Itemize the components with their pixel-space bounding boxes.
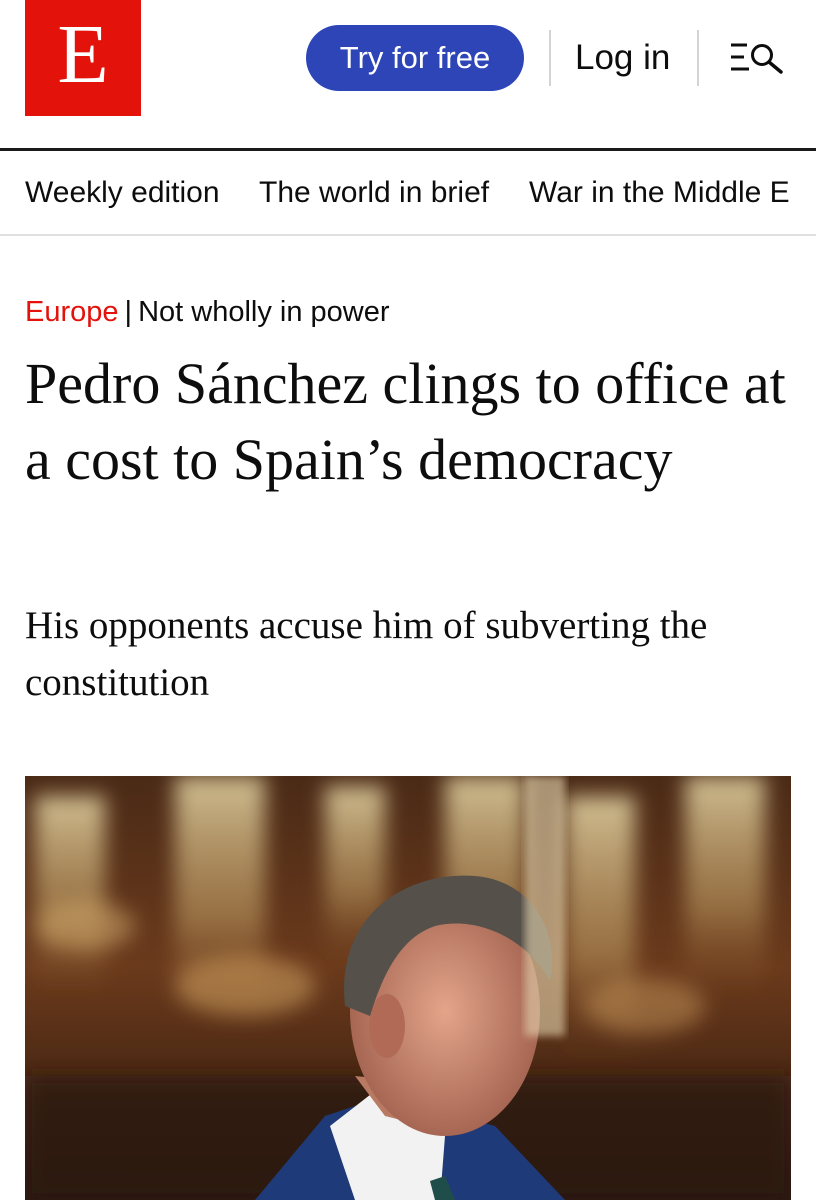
kicker-separator: | [124,296,133,328]
nav-rule [0,234,816,236]
article-kicker: Europe | Not wholly in power [25,292,390,332]
login-link[interactable]: Log in [575,35,670,81]
section-link[interactable]: Europe [25,296,119,328]
economist-logo[interactable]: E [25,0,141,116]
header-divider [549,30,551,86]
try-for-free-button[interactable]: Try for free [306,25,524,91]
article-subheadline: His opponents accuse him of subverting t… [25,604,708,704]
article-rubric: Not wholly in power [138,296,390,328]
menu-search-icon[interactable] [730,40,786,76]
nav-item-war-middle-east[interactable]: War in the Middle E [529,173,790,213]
header-divider [697,30,699,86]
section-nav: Weekly edition The world in brief War in… [0,151,816,235]
lead-photo [25,776,791,1200]
logo-letter: E [57,8,109,101]
site-header: E Try for free Log in [0,0,816,149]
nav-item-weekly-edition[interactable]: Weekly edition [25,173,220,213]
nav-item-world-in-brief[interactable]: The world in brief [259,173,489,213]
article-headline: Pedro Sánchez clings to office at a cost… [25,351,786,492]
